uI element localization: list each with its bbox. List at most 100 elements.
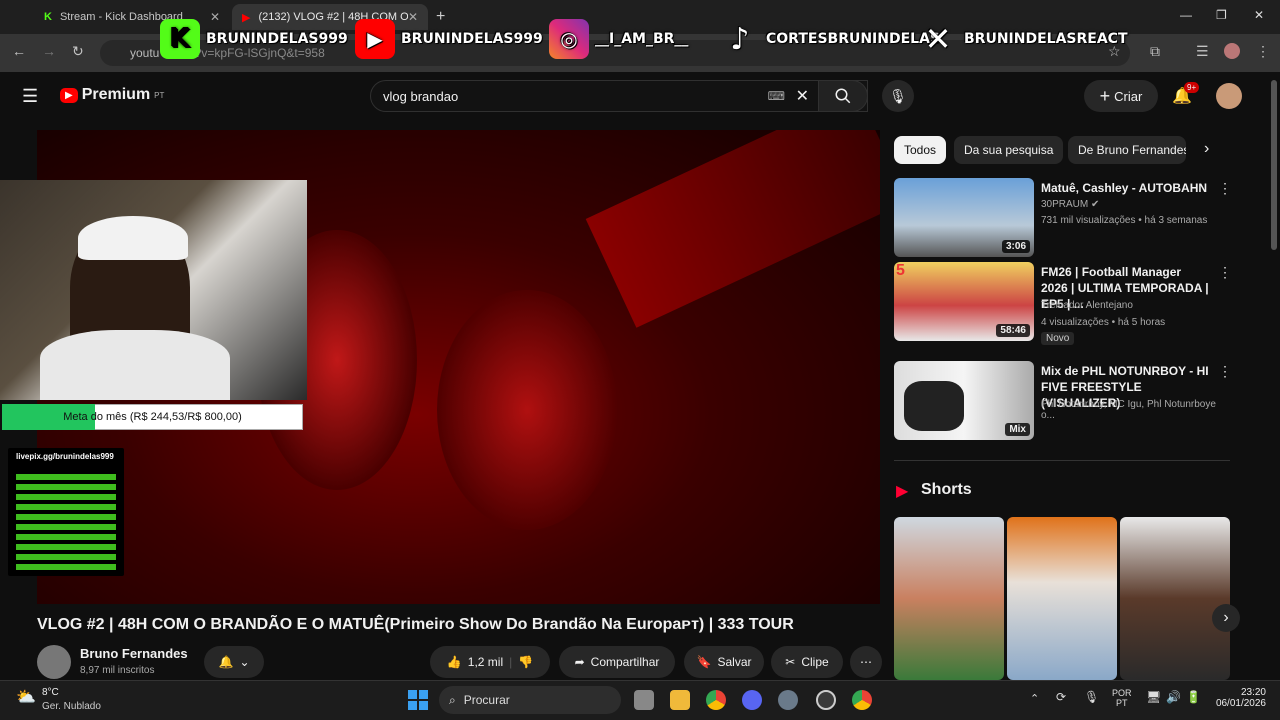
like-button[interactable]: 👍 1,2 mil: [447, 655, 503, 669]
thumbs-down-icon[interactable]: 👎: [518, 655, 533, 669]
kick-logo-icon: K: [160, 19, 200, 59]
lang-primary: POR: [1112, 688, 1132, 698]
recommended-menu-icon[interactable]: ⋮: [1218, 363, 1232, 380]
chevron-down-icon: ⌄: [239, 655, 250, 669]
scrollbar-thumb[interactable]: [1271, 80, 1277, 250]
chip-from-channel[interactable]: De Bruno Fernandes: [1068, 136, 1186, 164]
youtube-handle: BRUNINDELAS999: [401, 31, 543, 47]
video-title: VLOG #2 | 48H COM O BRANDÃO E O MATUÊ(Pr…: [37, 616, 794, 633]
youtube-logo-icon: ▶: [355, 19, 395, 59]
recommended-meta: 731 mil visualizações • há 3 semanas: [1041, 215, 1208, 226]
browser-menu-icon[interactable]: ⋮: [1256, 43, 1270, 60]
channel-name[interactable]: Bruno Fernandes: [80, 646, 188, 661]
section-divider: [894, 460, 1230, 461]
battery-icon[interactable]: 🔋: [1186, 690, 1201, 704]
network-icon[interactable]: 🖥: [1146, 690, 1161, 704]
x-logo-icon: ✕: [924, 20, 952, 58]
mix-label: Mix: [1005, 423, 1030, 436]
input-language[interactable]: POR PT: [1112, 688, 1132, 708]
clip-button[interactable]: ✂ Clipe: [771, 646, 843, 678]
back-icon[interactable]: ←: [12, 43, 26, 59]
windows-start-icon[interactable]: [408, 690, 428, 710]
chevron-right-icon[interactable]: ›: [1204, 140, 1209, 158]
account-avatar[interactable]: [1216, 83, 1242, 109]
clock-time: 23:20: [1240, 687, 1266, 698]
profile-avatar[interactable]: [1224, 43, 1240, 59]
search-value: vlog brandao: [383, 88, 459, 104]
short-thumbnail[interactable]: [1120, 517, 1230, 680]
short-thumbnail[interactable]: [894, 517, 1004, 680]
recommended-title[interactable]: Matuê, Cashley - AUTOBAHN: [1041, 180, 1211, 196]
tray-chevron-up-icon[interactable]: ⌃: [1030, 692, 1039, 705]
clear-search-icon[interactable]: ✕: [796, 86, 809, 106]
more-horizontal-icon: ⋯: [860, 655, 872, 669]
x-handle: BRUNINDELASREACT: [964, 31, 1128, 47]
search-input[interactable]: vlog brandao ⌨ ✕: [370, 80, 868, 112]
share-icon: ➦: [574, 655, 585, 669]
weather-icon[interactable]: ⛅: [16, 687, 36, 707]
recommended-thumbnail[interactable]: 3:06: [894, 178, 1034, 257]
chrome-icon[interactable]: [706, 690, 726, 710]
clock[interactable]: 23:20 06/01/2026: [1210, 687, 1266, 709]
channel-avatar[interactable]: [37, 645, 71, 679]
chrome-active-icon[interactable]: [852, 690, 872, 710]
minimize-icon[interactable]: —: [1180, 8, 1192, 22]
like-count: 1,2 mil: [467, 655, 504, 669]
recommended-thumbnail[interactable]: Mix: [894, 361, 1034, 440]
logo-country: PT: [154, 90, 165, 100]
recommended-thumbnail[interactable]: 5 58:46: [894, 262, 1034, 341]
youtube-premium-logo[interactable]: ▶ Premium PT: [60, 86, 164, 104]
recommended-menu-icon[interactable]: ⋮: [1218, 180, 1232, 197]
shorts-next-button[interactable]: ›: [1212, 604, 1240, 632]
discord-icon[interactable]: [742, 690, 762, 710]
reading-list-icon[interactable]: ☰: [1196, 43, 1209, 60]
forward-icon[interactable]: →: [42, 43, 56, 59]
create-label: Criar: [1114, 88, 1143, 104]
tray-sync-icon[interactable]: ⟳: [1056, 690, 1066, 704]
donation-goal-text: Meta do mês (R$ 244,53/R$ 800,00): [63, 411, 242, 423]
close-window-icon[interactable]: ✕: [1254, 8, 1264, 22]
share-button[interactable]: ➦ Compartilhar: [559, 646, 675, 678]
recommended-channel: 30PRAUM ✔: [1041, 199, 1221, 210]
recommended-menu-icon[interactable]: ⋮: [1218, 264, 1232, 281]
overlay-kick: K BRUNINDELAS999: [160, 18, 348, 60]
webcam-cap: [78, 216, 188, 260]
save-button[interactable]: 🔖 Salvar: [684, 646, 764, 678]
kick-favicon-icon: K: [44, 11, 52, 23]
search-icon: ⌕: [449, 692, 456, 707]
weather-desc: Ger. Nublado: [42, 701, 101, 712]
chip-from-search[interactable]: Da sua pesquisa: [954, 136, 1064, 164]
voice-search-button[interactable]: 🎙: [882, 80, 914, 112]
reload-icon[interactable]: ↻: [72, 43, 84, 60]
webcam-hoodie: [40, 330, 230, 400]
lang-secondary: PT: [1116, 698, 1128, 708]
streamer-webcam: [0, 180, 307, 400]
extensions-icon[interactable]: ⧉: [1150, 43, 1160, 60]
microphone-icon: 🎙: [889, 87, 907, 104]
recommended-channel: Treinador Alentejano: [1041, 300, 1133, 311]
obs-icon[interactable]: [816, 690, 836, 710]
subscribed-bell-button[interactable]: 🔔 ⌄: [204, 646, 264, 678]
task-view-icon[interactable]: [634, 690, 654, 710]
tray-microphone-icon[interactable]: 🎙: [1084, 690, 1099, 704]
chevron-right-icon: ›: [1223, 609, 1229, 626]
hamburger-menu-icon[interactable]: ☰: [22, 86, 38, 107]
short-thumbnail[interactable]: [1007, 517, 1117, 680]
keyboard-icon[interactable]: ⌨: [768, 89, 785, 103]
video-duration: 3:06: [1001, 240, 1030, 253]
file-explorer-icon[interactable]: [670, 690, 690, 710]
taskbar-search[interactable]: ⌕ Procurar: [439, 686, 621, 714]
livepix-label: livepix.gg/brunindelas999: [16, 452, 114, 461]
chip-all[interactable]: Todos: [894, 136, 947, 164]
create-button[interactable]: + Criar: [1084, 80, 1158, 112]
maximize-icon[interactable]: ❐: [1216, 8, 1227, 22]
more-actions-button[interactable]: ⋯: [850, 646, 882, 678]
video-frame-light: [585, 130, 880, 328]
volume-icon[interactable]: 🔊: [1166, 690, 1181, 704]
youtube-play-icon: ▶: [60, 87, 78, 103]
search-button[interactable]: [818, 80, 868, 112]
overlay-tiktok: ♪ CORTESBRUNINDELAS: [720, 18, 940, 60]
share-label: Compartilhar: [590, 655, 660, 669]
notifications-badge: 9+: [1184, 82, 1200, 93]
settings-gear-icon[interactable]: [778, 690, 798, 710]
